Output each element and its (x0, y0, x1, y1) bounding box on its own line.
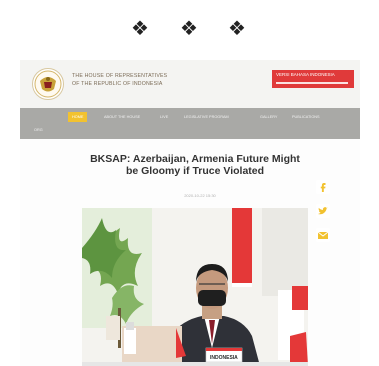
ornament-icon: ❖ (180, 18, 198, 40)
website-screenshot: THE HOUSE OF REPRESENTATIVES OF THE REPU… (20, 60, 360, 366)
decorative-ornaments: ❖ ❖ ❖ (0, 18, 379, 40)
ornament-icon: ❖ (131, 18, 149, 40)
nav-item-about[interactable]: ABOUT THE HOUSE (104, 114, 140, 120)
language-switch-label: VERSI BAHASA INDONESIA (276, 72, 335, 77)
nameplate-text: INDONESIA (210, 355, 238, 361)
banner-underline (276, 82, 348, 84)
article-date: 2020-10-22 15:30 (184, 193, 216, 198)
photo-caption-bar (82, 362, 308, 366)
facebook-icon[interactable] (316, 180, 330, 194)
ornament-icon: ❖ (228, 18, 246, 40)
org-line-2: OF THE REPUBLIC OF INDONESIA (72, 81, 163, 87)
nav-item-home[interactable]: HOME (68, 112, 88, 122)
nav-item-legislative[interactable]: LEGISLATIVE PROGRAM (184, 114, 229, 120)
nav-item-live[interactable]: LIVE (160, 114, 168, 120)
nav-item-gallery[interactable]: GALLERY (260, 114, 277, 120)
site-header: THE HOUSE OF REPRESENTATIVES OF THE REPU… (20, 60, 360, 108)
organization-name[interactable]: THE HOUSE OF REPRESENTATIVES OF THE REPU… (72, 72, 232, 88)
article-title: BKSAP: Azerbaijan, Armenia Future Might … (90, 153, 300, 177)
org-line-1: THE HOUSE OF REPRESENTATIVES (72, 73, 168, 79)
language-switch-banner[interactable]: VERSI BAHASA INDONESIA (272, 70, 354, 88)
emblem-icon[interactable] (32, 68, 64, 100)
twitter-icon[interactable] (316, 204, 330, 218)
article-photo: INDONESIA (82, 208, 308, 366)
main-navigation: HOME ABOUT THE HOUSE LIVE LEGISLATIVE PR… (20, 108, 360, 139)
nav-item-publications[interactable]: PUBLICATIONS (292, 114, 320, 120)
nav-item-second-row[interactable]: ORG (34, 127, 43, 133)
email-icon[interactable] (316, 228, 330, 242)
